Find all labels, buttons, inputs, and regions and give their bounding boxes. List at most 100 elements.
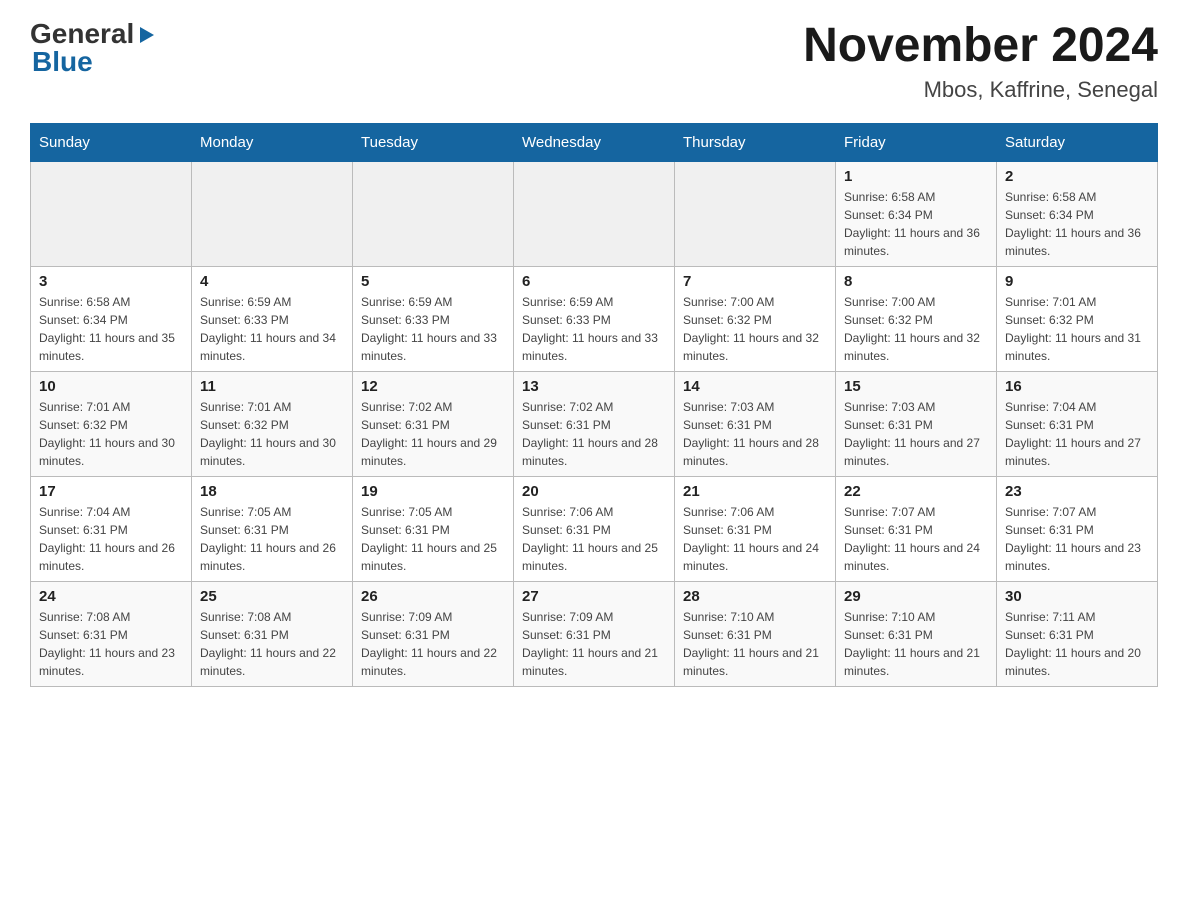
day-info: Sunrise: 7:06 AM Sunset: 6:31 PM Dayligh… — [522, 503, 666, 575]
page-header: General Blue November 2024 Mbos, Kaffrin… — [30, 20, 1158, 103]
calendar-cell: 27 Sunrise: 7:09 AM Sunset: 6:31 PM Dayli… — [514, 581, 675, 686]
calendar-cell: 7Sunrise: 7:00 AM Sunset: 6:32 PM Daylig… — [675, 266, 836, 371]
calendar-week-row: 3 Sunrise: 6:58 AM Sunset: 6:34 PM Daylig… — [31, 266, 1158, 371]
column-header-thursday: Thursday — [675, 123, 836, 161]
day-info: Sunrise: 7:08 AM Sunset: 6:31 PM Dayligh… — [39, 608, 183, 680]
day-info: Sunrise: 6:58 AM Sunset: 6:34 PM Dayligh… — [844, 188, 988, 260]
calendar-week-row: 1 Sunrise: 6:58 AM Sunset: 6:34 PM Daylig… — [31, 161, 1158, 266]
day-number: 28 — [683, 588, 827, 605]
calendar-cell: 18 Sunrise: 7:05 AM Sunset: 6:31 PM Dayli… — [192, 476, 353, 581]
column-header-friday: Friday — [836, 123, 997, 161]
column-header-sunday: Sunday — [31, 123, 192, 161]
calendar-table: SundayMondayTuesdayWednesdayThursdayFrid… — [30, 123, 1158, 687]
logo-blue: Blue — [32, 48, 93, 76]
day-info: Sunrise: 6:59 AM Sunset: 6:33 PM Dayligh… — [200, 293, 344, 365]
logo-triangle-icon — [136, 23, 158, 45]
day-number: 15 — [844, 378, 988, 395]
logo: General Blue — [30, 20, 158, 76]
calendar-cell: 19Sunrise: 7:05 AM Sunset: 6:31 PM Dayli… — [353, 476, 514, 581]
day-number: 13 — [522, 378, 666, 395]
day-info: Sunrise: 6:58 AM Sunset: 6:34 PM Dayligh… — [1005, 188, 1149, 260]
calendar-cell: 21 Sunrise: 7:06 AM Sunset: 6:31 PM Dayli… — [675, 476, 836, 581]
day-info: Sunrise: 6:59 AM Sunset: 6:33 PM Dayligh… — [361, 293, 505, 365]
day-info: Sunrise: 7:11 AM Sunset: 6:31 PM Dayligh… — [1005, 608, 1149, 680]
day-number: 30 — [1005, 588, 1149, 605]
day-info: Sunrise: 6:58 AM Sunset: 6:34 PM Dayligh… — [39, 293, 183, 365]
calendar-cell: 28 Sunrise: 7:10 AM Sunset: 6:31 PM Dayli… — [675, 581, 836, 686]
day-number: 26 — [361, 588, 505, 605]
calendar-week-row: 10 Sunrise: 7:01 AM Sunset: 6:32 PM Dayli… — [31, 371, 1158, 476]
calendar-cell — [514, 161, 675, 266]
day-number: 14 — [683, 378, 827, 395]
day-number: 10 — [39, 378, 183, 395]
calendar-cell — [31, 161, 192, 266]
day-number: 19 — [361, 483, 505, 500]
calendar-cell: 24 Sunrise: 7:08 AM Sunset: 6:31 PM Dayli… — [31, 581, 192, 686]
day-info: Sunrise: 7:09 AM Sunset: 6:31 PM Dayligh… — [361, 608, 505, 680]
day-number: 3 — [39, 273, 183, 290]
day-number: 6 — [522, 273, 666, 290]
title-section: November 2024 Mbos, Kaffrine, Senegal — [803, 20, 1158, 103]
calendar-cell: 12 Sunrise: 7:02 AM Sunset: 6:31 PM Dayli… — [353, 371, 514, 476]
calendar-cell — [192, 161, 353, 266]
day-info: Sunrise: 7:07 AM Sunset: 6:31 PM Dayligh… — [1005, 503, 1149, 575]
calendar-cell: 20Sunrise: 7:06 AM Sunset: 6:31 PM Dayli… — [514, 476, 675, 581]
day-info: Sunrise: 7:01 AM Sunset: 6:32 PM Dayligh… — [1005, 293, 1149, 365]
calendar-cell: 16 Sunrise: 7:04 AM Sunset: 6:31 PM Dayli… — [997, 371, 1158, 476]
day-info: Sunrise: 7:09 AM Sunset: 6:31 PM Dayligh… — [522, 608, 666, 680]
day-info: Sunrise: 7:03 AM Sunset: 6:31 PM Dayligh… — [683, 398, 827, 470]
day-info: Sunrise: 7:10 AM Sunset: 6:31 PM Dayligh… — [844, 608, 988, 680]
day-number: 27 — [522, 588, 666, 605]
day-info: Sunrise: 7:10 AM Sunset: 6:31 PM Dayligh… — [683, 608, 827, 680]
calendar-cell: 25Sunrise: 7:08 AM Sunset: 6:31 PM Dayli… — [192, 581, 353, 686]
calendar-cell: 29 Sunrise: 7:10 AM Sunset: 6:31 PM Dayli… — [836, 581, 997, 686]
calendar-cell: 6 Sunrise: 6:59 AM Sunset: 6:33 PM Daylig… — [514, 266, 675, 371]
day-info: Sunrise: 7:01 AM Sunset: 6:32 PM Dayligh… — [200, 398, 344, 470]
day-number: 16 — [1005, 378, 1149, 395]
calendar-cell: 5 Sunrise: 6:59 AM Sunset: 6:33 PM Daylig… — [353, 266, 514, 371]
calendar-cell — [675, 161, 836, 266]
day-number: 29 — [844, 588, 988, 605]
day-info: Sunrise: 6:59 AM Sunset: 6:33 PM Dayligh… — [522, 293, 666, 365]
day-number: 12 — [361, 378, 505, 395]
day-number: 1 — [844, 168, 988, 185]
day-info: Sunrise: 7:02 AM Sunset: 6:31 PM Dayligh… — [361, 398, 505, 470]
calendar-week-row: 17Sunrise: 7:04 AM Sunset: 6:31 PM Dayli… — [31, 476, 1158, 581]
calendar-cell: 3 Sunrise: 6:58 AM Sunset: 6:34 PM Daylig… — [31, 266, 192, 371]
calendar-cell: 2Sunrise: 6:58 AM Sunset: 6:34 PM Daylig… — [997, 161, 1158, 266]
calendar-cell: 15Sunrise: 7:03 AM Sunset: 6:31 PM Dayli… — [836, 371, 997, 476]
day-info: Sunrise: 7:08 AM Sunset: 6:31 PM Dayligh… — [200, 608, 344, 680]
day-info: Sunrise: 7:01 AM Sunset: 6:32 PM Dayligh… — [39, 398, 183, 470]
day-number: 7 — [683, 273, 827, 290]
calendar-subtitle: Mbos, Kaffrine, Senegal — [803, 77, 1158, 103]
day-number: 11 — [200, 378, 344, 395]
calendar-cell — [353, 161, 514, 266]
calendar-cell: 26 Sunrise: 7:09 AM Sunset: 6:31 PM Dayli… — [353, 581, 514, 686]
day-number: 21 — [683, 483, 827, 500]
day-info: Sunrise: 7:06 AM Sunset: 6:31 PM Dayligh… — [683, 503, 827, 575]
day-number: 24 — [39, 588, 183, 605]
day-number: 23 — [1005, 483, 1149, 500]
calendar-cell: 4 Sunrise: 6:59 AM Sunset: 6:33 PM Daylig… — [192, 266, 353, 371]
column-header-wednesday: Wednesday — [514, 123, 675, 161]
calendar-cell: 17Sunrise: 7:04 AM Sunset: 6:31 PM Dayli… — [31, 476, 192, 581]
day-number: 18 — [200, 483, 344, 500]
day-number: 5 — [361, 273, 505, 290]
calendar-cell: 22Sunrise: 7:07 AM Sunset: 6:31 PM Dayli… — [836, 476, 997, 581]
day-info: Sunrise: 7:05 AM Sunset: 6:31 PM Dayligh… — [200, 503, 344, 575]
day-number: 4 — [200, 273, 344, 290]
day-number: 22 — [844, 483, 988, 500]
calendar-cell: 13 Sunrise: 7:02 AM Sunset: 6:31 PM Dayli… — [514, 371, 675, 476]
calendar-title: November 2024 — [803, 20, 1158, 73]
calendar-cell: 8Sunrise: 7:00 AM Sunset: 6:32 PM Daylig… — [836, 266, 997, 371]
calendar-cell: 10 Sunrise: 7:01 AM Sunset: 6:32 PM Dayli… — [31, 371, 192, 476]
day-number: 9 — [1005, 273, 1149, 290]
calendar-cell: 1 Sunrise: 6:58 AM Sunset: 6:34 PM Daylig… — [836, 161, 997, 266]
calendar-cell: 23 Sunrise: 7:07 AM Sunset: 6:31 PM Dayli… — [997, 476, 1158, 581]
calendar-cell: 30 Sunrise: 7:11 AM Sunset: 6:31 PM Dayli… — [997, 581, 1158, 686]
logo-general: General — [30, 20, 134, 48]
day-number: 8 — [844, 273, 988, 290]
column-header-monday: Monday — [192, 123, 353, 161]
day-info: Sunrise: 7:02 AM Sunset: 6:31 PM Dayligh… — [522, 398, 666, 470]
day-info: Sunrise: 7:04 AM Sunset: 6:31 PM Dayligh… — [1005, 398, 1149, 470]
